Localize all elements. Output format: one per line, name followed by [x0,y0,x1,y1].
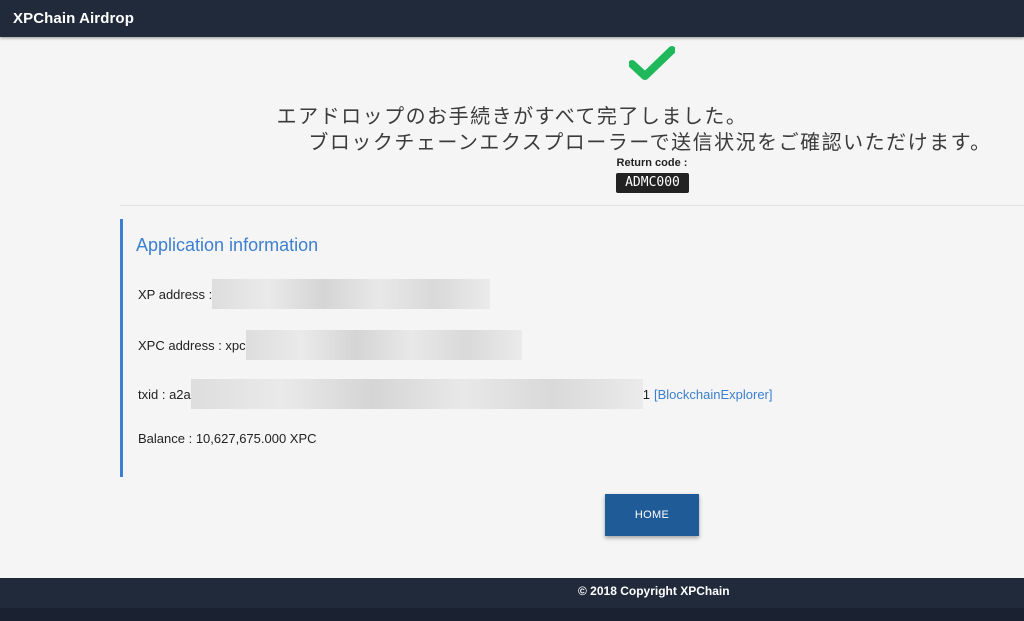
txid-row: txid : a2a 1 [BlockchainExplorer] [138,379,773,409]
app-title[interactable]: XPChain Airdrop [13,10,134,27]
status-message-line2: ブロックチェーンエクスプローラーで送信状況をご確認いただけます。 [308,130,992,154]
status-message-line1: エアドロップのお手続きがすべて完了しました。 [276,104,748,128]
balance-label: Balance : 10,627,675.000 XPC [138,431,317,446]
xp-address-redacted [212,279,491,309]
balance-row: Balance : 10,627,675.000 XPC [138,431,317,446]
txid-label: txid : a2a [138,386,191,402]
txid-tail: 1 [642,386,650,402]
xpc-address-row: XPC address : xpc [138,330,522,360]
xp-address-label: XP address : [138,286,213,302]
xpc-address-redacted [245,330,522,360]
checkmark-icon [629,46,675,80]
home-button[interactable]: HOME [605,494,699,536]
xpc-address-label: XPC address : xpc [138,337,246,353]
panel-title: Application information [136,235,319,255]
section-divider [120,205,1024,206]
txid-redacted [190,379,643,409]
application-info-panel: Application information XP address : XPC… [120,219,903,477]
return-code-value: ADMC000 [616,173,689,193]
copyright-text: © 2018 Copyright XPChain [578,584,730,598]
xp-address-row: XP address : [138,279,491,309]
blockchain-explorer-link[interactable]: [BlockchainExplorer] [654,387,773,402]
return-code-label: Return code : [616,157,688,169]
top-navbar: XPChain Airdrop [0,0,1024,37]
footer: © 2018 Copyright XPChain [0,578,1024,621]
footer-bottom-band [0,608,1024,621]
